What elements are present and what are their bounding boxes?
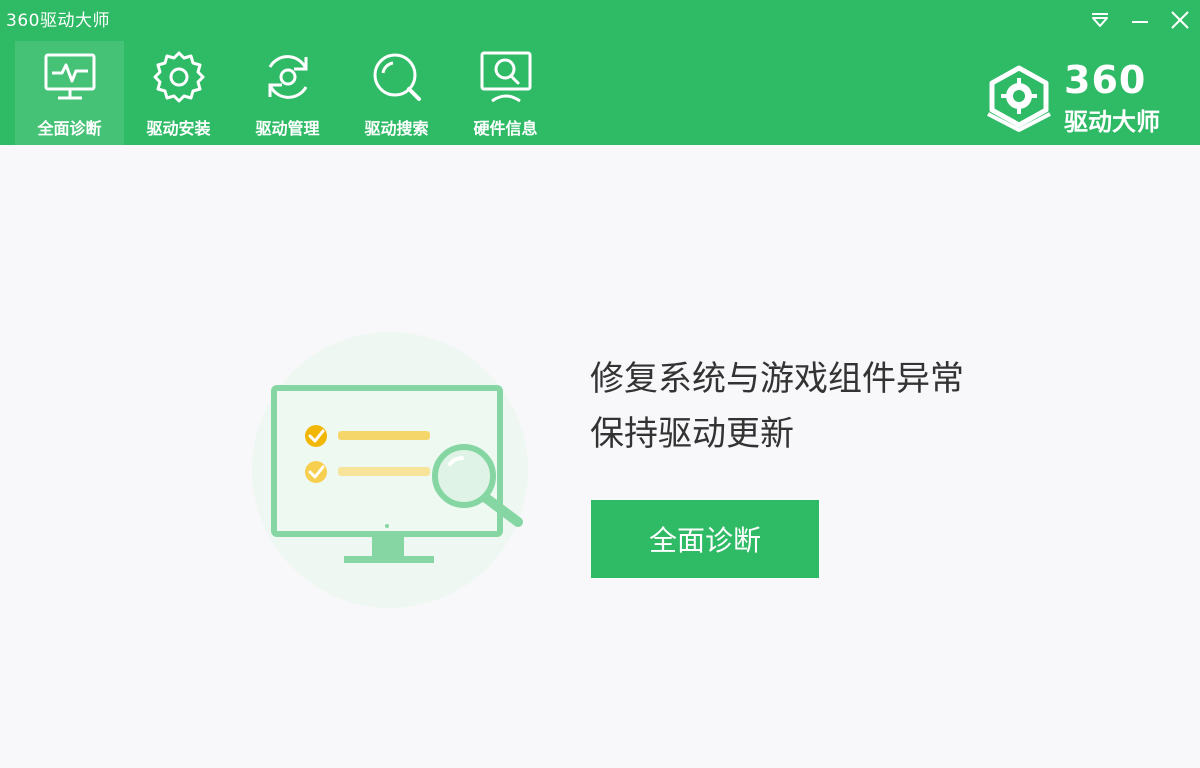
close-icon bbox=[1171, 11, 1189, 29]
window-controls bbox=[1080, 0, 1200, 40]
headline: 修复系统与游戏组件异常 保持驱动更新 bbox=[590, 352, 964, 462]
monitor-checklist-magnifier-icon bbox=[252, 332, 528, 608]
tab-label: 驱动管理 bbox=[255, 119, 320, 138]
search-icon bbox=[373, 53, 421, 101]
brand-360-text: 360 bbox=[1064, 58, 1147, 102]
tab-driver-search[interactable]: 驱动搜索 bbox=[342, 41, 451, 145]
tab-label: 全面诊断 bbox=[37, 119, 102, 138]
headline-line2: 保持驱动更新 bbox=[590, 414, 794, 454]
tab-driver-manage[interactable]: 驱动管理 bbox=[233, 41, 342, 145]
brand-logo: 360 驱动大师 bbox=[984, 58, 1176, 136]
full-diagnosis-button[interactable]: 全面诊断 bbox=[591, 500, 819, 578]
tab-label: 驱动安装 bbox=[146, 119, 211, 138]
minimize-button[interactable] bbox=[1120, 0, 1160, 40]
360-gear-logo-icon bbox=[987, 65, 1051, 132]
close-button[interactable] bbox=[1160, 0, 1200, 40]
dropdown-menu-icon bbox=[1092, 13, 1108, 27]
headline-line1: 修复系统与游戏组件异常 bbox=[590, 359, 964, 399]
diagnosis-illustration bbox=[250, 330, 540, 610]
tab-label: 硬件信息 bbox=[473, 119, 538, 138]
gear-icon bbox=[153, 51, 204, 103]
minimize-icon bbox=[1132, 21, 1148, 23]
tab-label: 驱动搜索 bbox=[364, 119, 429, 138]
monitor-pulse-icon bbox=[44, 53, 95, 100]
dropdown-menu-button[interactable] bbox=[1080, 0, 1120, 40]
brand-product-name: 驱动大师 bbox=[1064, 108, 1160, 136]
tab-full-diagnosis[interactable]: 全面诊断 bbox=[15, 41, 124, 145]
title-bar: 360 驱动大师 全面诊断 驱动安装 驱动管理 驱动搜索 硬件信息 360 驱动大… bbox=[0, 0, 1200, 145]
monitor-search-icon bbox=[480, 51, 531, 103]
tab-hardware-info[interactable]: 硬件信息 bbox=[451, 41, 560, 145]
app-title: 360驱动大师 bbox=[6, 11, 110, 31]
main-toolbar: 全面诊断 驱动安装 驱动管理 驱动搜索 硬件信息 bbox=[15, 41, 560, 145]
tab-driver-install[interactable]: 驱动安装 bbox=[124, 41, 233, 145]
sync-gear-icon bbox=[268, 55, 307, 99]
